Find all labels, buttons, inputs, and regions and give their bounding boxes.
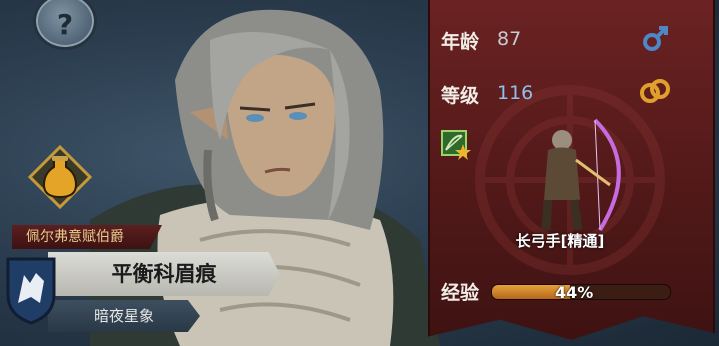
level-label: 等级 bbox=[441, 85, 480, 107]
male-symbol-icon bbox=[643, 26, 668, 51]
wolf-crest-icon bbox=[6, 257, 56, 325]
age-label: 年龄 bbox=[441, 31, 480, 53]
help-button[interactable]: ? bbox=[33, 0, 97, 50]
character-title: 佩尔弗意赋伯爵 bbox=[12, 225, 162, 249]
longbowman-figure bbox=[541, 118, 621, 232]
character-sign: 暗夜星象 bbox=[48, 300, 200, 332]
question-mark-icon: ? bbox=[56, 7, 74, 41]
level-value: 116 bbox=[497, 82, 534, 104]
character-name: 平衡科眉痕 bbox=[48, 252, 280, 296]
bow-star-icon bbox=[441, 130, 471, 160]
class-label: 长弓手[精通] bbox=[515, 232, 605, 250]
age-value: 87 bbox=[497, 28, 522, 50]
potion-icon[interactable] bbox=[28, 145, 92, 209]
rings-icon bbox=[640, 79, 670, 103]
experience-label: 经验 bbox=[441, 282, 480, 304]
experience-percent: 44% bbox=[555, 283, 594, 302]
